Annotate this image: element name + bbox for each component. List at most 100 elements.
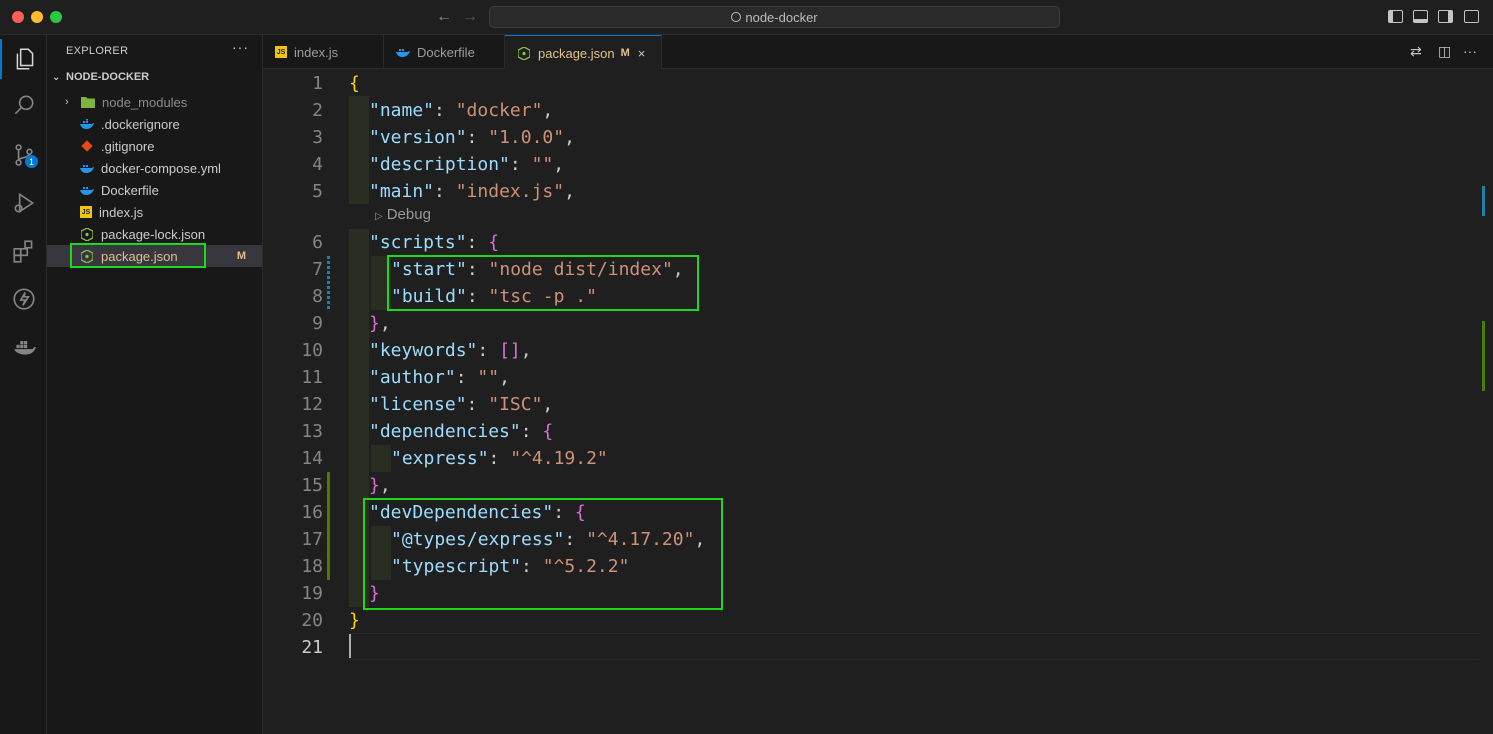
search-activity[interactable] xyxy=(0,85,47,125)
code-line: }, xyxy=(369,313,391,334)
thunder-client-activity[interactable] xyxy=(0,279,47,319)
arrow-right-icon[interactable]: → xyxy=(462,8,478,26)
tree-item-label: index.js xyxy=(99,204,144,220)
line-number: 14 xyxy=(301,448,323,469)
arrow-left-icon[interactable]: ← xyxy=(436,8,452,26)
node-icon xyxy=(517,46,531,60)
search-text: node-docker xyxy=(745,9,818,25)
line-number: 5 xyxy=(312,181,323,202)
code-line: "keywords": [], xyxy=(369,340,532,361)
tab-index-js[interactable]: JS index.js xyxy=(263,35,384,69)
docker-icon xyxy=(80,183,94,197)
explorer-title: EXPLORER xyxy=(66,45,129,57)
tree-item-node-modules[interactable]: › node_modules xyxy=(47,91,262,113)
line-number: 21 xyxy=(301,637,323,658)
source-control-activity[interactable]: 1 xyxy=(0,135,47,175)
js-icon: JS xyxy=(275,46,287,58)
close-window-button[interactable] xyxy=(12,11,24,23)
toggle-panel-icon[interactable] xyxy=(1413,10,1428,23)
tree-item-label: Dockerfile xyxy=(101,182,159,198)
code-line: "@types/express": "^4.17.20", xyxy=(391,529,706,550)
scrollbar-marker xyxy=(1482,321,1485,391)
code-line: "author": "", xyxy=(369,367,510,388)
code-line: } xyxy=(369,583,380,604)
indent-guide xyxy=(371,256,391,310)
code-line: "version": "1.0.0", xyxy=(369,127,575,148)
code-line: "start": "node dist/index", xyxy=(391,259,684,280)
more-actions-icon[interactable]: ··· xyxy=(1463,43,1477,59)
indent-guide xyxy=(371,526,391,580)
extensions-activity[interactable] xyxy=(0,231,47,271)
run-debug-icon xyxy=(14,192,34,214)
code-line: "build": "tsc -p ." xyxy=(391,286,597,307)
line-number: 6 xyxy=(312,232,323,253)
explorer-activity[interactable] xyxy=(0,39,47,79)
code-line: "description": "", xyxy=(369,154,565,175)
open-changes-icon[interactable]: ⇄ xyxy=(1410,43,1422,60)
folder-header[interactable]: ⌄ NODE-DOCKER xyxy=(52,71,149,83)
chevron-down-icon: ⌄ xyxy=(52,71,61,83)
run-debug-activity[interactable] xyxy=(0,183,47,223)
tab-label: index.js xyxy=(294,44,339,60)
tree-item-package-lock[interactable]: package-lock.json xyxy=(47,223,262,245)
code-line: }, xyxy=(369,475,391,496)
tab-label: package.json xyxy=(538,45,615,61)
line-number: 15 xyxy=(301,475,323,496)
search-icon xyxy=(731,12,742,22)
tree-item-dockerfile[interactable]: Dockerfile xyxy=(47,179,262,201)
folder-name: NODE-DOCKER xyxy=(66,71,150,83)
play-icon: ▷ xyxy=(375,211,383,222)
zoom-window-button[interactable] xyxy=(50,11,62,23)
indent-guide xyxy=(349,96,369,204)
line-number: 20 xyxy=(301,610,323,631)
tree-item-index-js[interactable]: JS index.js xyxy=(47,201,262,223)
tab-label: Dockerfile xyxy=(417,44,475,60)
modified-badge: M xyxy=(236,250,246,262)
code-line: "name": "docker", xyxy=(369,100,554,121)
code-line: } xyxy=(349,610,360,631)
toggle-secondary-sidebar-icon[interactable] xyxy=(1438,10,1453,23)
line-number: 17 xyxy=(301,529,323,550)
code-line: "express": "^4.19.2" xyxy=(391,448,608,469)
gutter-modified-marker xyxy=(327,256,330,310)
customize-layout-icon[interactable] xyxy=(1464,10,1479,23)
code-editor[interactable]: 1 2 3 4 5 6 7 8 9 10 11 12 13 14 15 16 1… xyxy=(263,69,1493,734)
tree-item-dockerignore[interactable]: .dockerignore xyxy=(47,113,262,135)
docker-icon xyxy=(80,161,94,175)
modified-badge: M xyxy=(620,47,630,59)
tree-item-docker-compose[interactable]: docker-compose.yml xyxy=(47,157,262,179)
docker-activity[interactable] xyxy=(0,327,47,367)
js-icon: JS xyxy=(80,206,92,218)
line-number: 1 xyxy=(312,73,323,94)
node-icon xyxy=(80,249,94,263)
line-number: 9 xyxy=(312,313,323,334)
line-number: 13 xyxy=(301,421,323,442)
code-line: { xyxy=(349,73,360,94)
line-number: 10 xyxy=(301,340,323,361)
close-icon[interactable]: × xyxy=(638,46,646,61)
more-actions-icon[interactable]: ··· xyxy=(232,39,249,55)
toggle-primary-sidebar-icon[interactable] xyxy=(1388,10,1403,23)
docker-icon xyxy=(80,117,94,131)
tab-dockerfile[interactable]: Dockerfile xyxy=(384,35,505,69)
minimize-window-button[interactable] xyxy=(31,11,43,23)
activity-bar: 1 xyxy=(0,35,47,734)
folder-icon xyxy=(81,95,95,109)
node-icon xyxy=(80,227,94,241)
tree-item-label: package.json xyxy=(101,248,178,264)
search-icon xyxy=(14,95,33,115)
line-number: 18 xyxy=(301,556,323,577)
chevron-right-icon: › xyxy=(65,96,69,108)
tree-item-package-json[interactable]: package.json M xyxy=(47,245,262,267)
split-editor-icon[interactable]: ◫ xyxy=(1438,43,1451,60)
tab-package-json[interactable]: package.json M × xyxy=(505,35,662,70)
debug-codelens[interactable]: ▷ Debug xyxy=(375,206,431,223)
tree-item-gitignore[interactable]: .gitignore xyxy=(47,135,262,157)
code-line: "license": "ISC", xyxy=(369,394,554,415)
extensions-icon xyxy=(12,240,32,263)
tree-item-label: node_modules xyxy=(102,94,188,110)
scrollbar-marker xyxy=(1482,186,1485,216)
gutter-added-marker xyxy=(327,472,330,580)
current-line-highlight xyxy=(349,633,1479,660)
command-center-search[interactable]: node-docker xyxy=(489,6,1060,28)
